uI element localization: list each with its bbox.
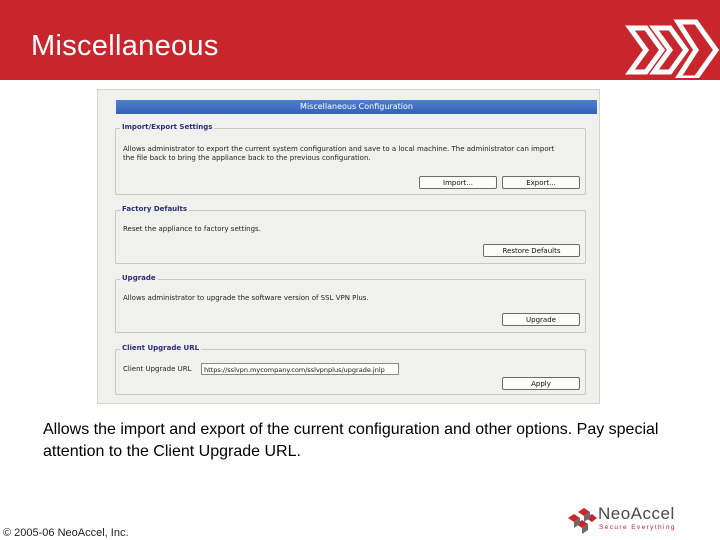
- slide-title: Miscellaneous: [31, 30, 219, 62]
- slide-caption: Allows the import and export of the curr…: [43, 421, 659, 460]
- client-upgrade-url-input[interactable]: https://sslvpn.mycompany.com/sslvpnplus/…: [201, 363, 399, 375]
- slide-header: Miscellaneous: [0, 0, 720, 80]
- import-button[interactable]: Import...: [419, 176, 497, 189]
- cube-logo-icon: [568, 508, 597, 534]
- factory-defaults-legend: Factory Defaults: [120, 205, 190, 213]
- import-export-group: Import/Export Settings Allows administra…: [115, 123, 586, 195]
- factory-defaults-group: Factory Defaults Reset the appliance to …: [115, 205, 586, 264]
- upgrade-button[interactable]: Upgrade: [502, 313, 580, 326]
- client-upgrade-url-group: Client Upgrade URL Client Upgrade URL ht…: [115, 344, 586, 395]
- import-export-description: Allows administrator to export the curre…: [123, 145, 581, 163]
- copyright-text: © 2005-06 NeoAccel, Inc.: [3, 527, 129, 539]
- import-export-description-line2: the file back to bring the appliance bac…: [123, 154, 371, 162]
- apply-button[interactable]: Apply: [502, 377, 580, 390]
- window-title: Miscellaneous Configuration: [116, 100, 597, 114]
- upgrade-group: Upgrade Allows administrator to upgrade …: [115, 274, 586, 333]
- client-upgrade-url-label: Client Upgrade URL: [123, 365, 192, 373]
- upgrade-legend: Upgrade: [120, 274, 158, 282]
- factory-defaults-description: Reset the appliance to factory settings.: [123, 225, 261, 233]
- configuration-window: Miscellaneous Configuration Import/Expor…: [97, 89, 600, 404]
- upgrade-description: Allows administrator to upgrade the soft…: [123, 294, 369, 302]
- import-export-description-line1: Allows administrator to export the curre…: [123, 145, 555, 153]
- chevron-right-icon: [625, 19, 720, 78]
- logo-tagline: Secure Everything: [599, 524, 676, 531]
- restore-defaults-button[interactable]: Restore Defaults: [483, 244, 580, 257]
- import-export-legend: Import/Export Settings: [120, 123, 215, 131]
- export-button[interactable]: Export...: [502, 176, 580, 189]
- logo-wordmark: NeoAccel: [598, 504, 675, 523]
- client-upgrade-url-legend: Client Upgrade URL: [120, 344, 202, 352]
- neoaccel-logo: NeoAccel Secure Everything: [564, 502, 714, 534]
